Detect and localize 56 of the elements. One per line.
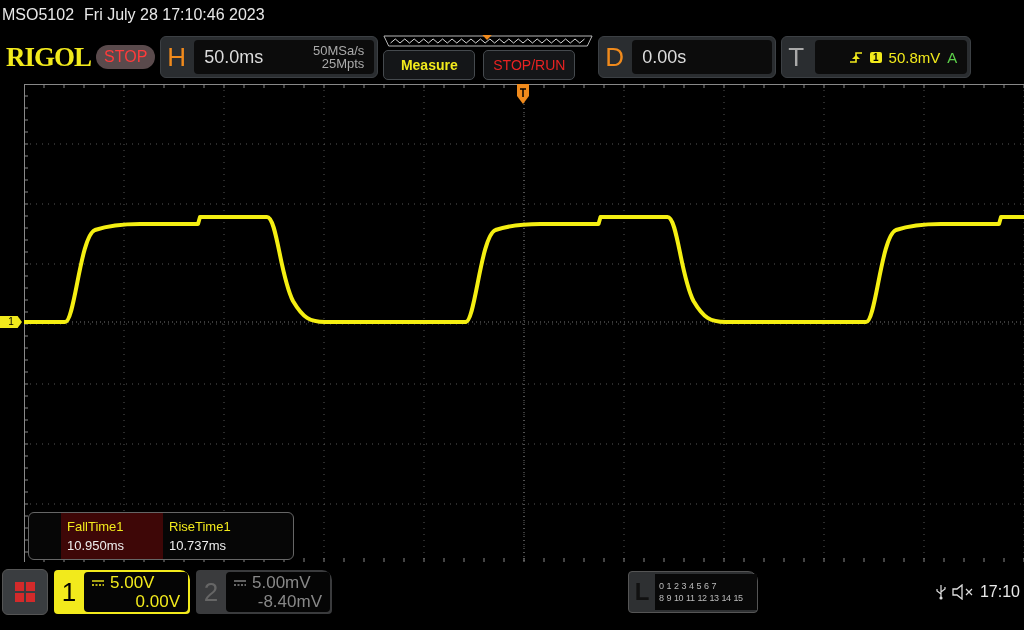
logic-bit: 2 bbox=[674, 581, 680, 591]
grid-icon bbox=[15, 582, 35, 602]
usb-icon bbox=[935, 584, 946, 600]
measurement-item[interactable]: RiseTime1 10.737ms bbox=[163, 513, 265, 559]
date-time: Fri July 28 17:10:46 2023 bbox=[84, 6, 265, 24]
delay-panel[interactable]: D 0.00s bbox=[598, 36, 777, 78]
brand-logo: RIGOL bbox=[6, 41, 92, 73]
trigger-position-icon[interactable] bbox=[517, 84, 529, 104]
logic-bit: 4 bbox=[689, 581, 695, 591]
logic-bit: 9 bbox=[666, 593, 673, 603]
memory-overview-icon bbox=[383, 34, 594, 47]
clock: 17:10 bbox=[979, 583, 1020, 601]
logic-bit: 11 bbox=[686, 593, 696, 603]
logic-bit: 13 bbox=[709, 593, 720, 603]
delay-value: 0.00s bbox=[642, 46, 687, 68]
logic-bit: 14 bbox=[721, 593, 732, 603]
muted-speaker-icon[interactable] bbox=[951, 584, 974, 600]
channel-marker[interactable]: 1 bbox=[0, 316, 22, 328]
trigger-panel[interactable]: T 1 50.8mV A bbox=[781, 36, 972, 78]
rising-edge-icon bbox=[849, 50, 864, 64]
sample-rate: 50MSa/s bbox=[313, 44, 365, 57]
logic-bit: 7 bbox=[711, 581, 718, 591]
trigger-source-badge: 1 bbox=[870, 51, 882, 63]
channel-offset: 0.00V bbox=[134, 592, 180, 611]
memory-depth: 25Mpts bbox=[321, 57, 365, 70]
channel-scale: 5.00V bbox=[110, 573, 155, 592]
trigger-label: T bbox=[788, 41, 806, 73]
logic-bit: 8 bbox=[659, 593, 665, 603]
logic-bit: 10 bbox=[674, 593, 685, 603]
model-name: MSO5102 bbox=[2, 6, 75, 24]
channel-offset: -8.40mV bbox=[256, 592, 322, 611]
logic-bit: 5 bbox=[696, 581, 703, 591]
logic-bit: 6 bbox=[704, 581, 710, 591]
logic-bit: 1 bbox=[666, 581, 673, 591]
delay-label: D bbox=[605, 41, 626, 73]
trigger-mode: A bbox=[947, 48, 958, 66]
dc-coupling-icon bbox=[234, 579, 246, 586]
measurement-value: 10.737ms bbox=[169, 538, 228, 553]
logic-bit: 0 bbox=[659, 581, 665, 591]
timebase-value: 50.0ms bbox=[204, 46, 264, 68]
logic-bit: 15 bbox=[733, 593, 744, 603]
measurement-value: 10.950ms bbox=[67, 538, 126, 553]
trigger-level: 50.8mV bbox=[888, 48, 941, 66]
channel-number: 1 bbox=[60, 576, 78, 608]
dc-coupling-icon bbox=[92, 579, 104, 586]
measurement-name: FallTime1 bbox=[67, 519, 125, 534]
measurement-name: RiseTime1 bbox=[169, 519, 232, 534]
channel-panel[interactable]: 1 5.00V 0.00V bbox=[54, 570, 190, 614]
logic-bit: 3 bbox=[681, 581, 688, 591]
channel-scale: 5.00mV bbox=[252, 573, 311, 592]
measurement-item[interactable]: FallTime1 10.950ms bbox=[61, 513, 163, 559]
toolbar-button[interactable]: STOP/RUN bbox=[483, 49, 576, 80]
toolbar-button[interactable]: Measure bbox=[383, 49, 476, 80]
logic-bit: 12 bbox=[697, 593, 708, 603]
horizontal-label: H bbox=[167, 41, 188, 73]
horizontal-panel[interactable]: H 50.0ms 50MSa/s 25Mpts bbox=[160, 36, 379, 78]
